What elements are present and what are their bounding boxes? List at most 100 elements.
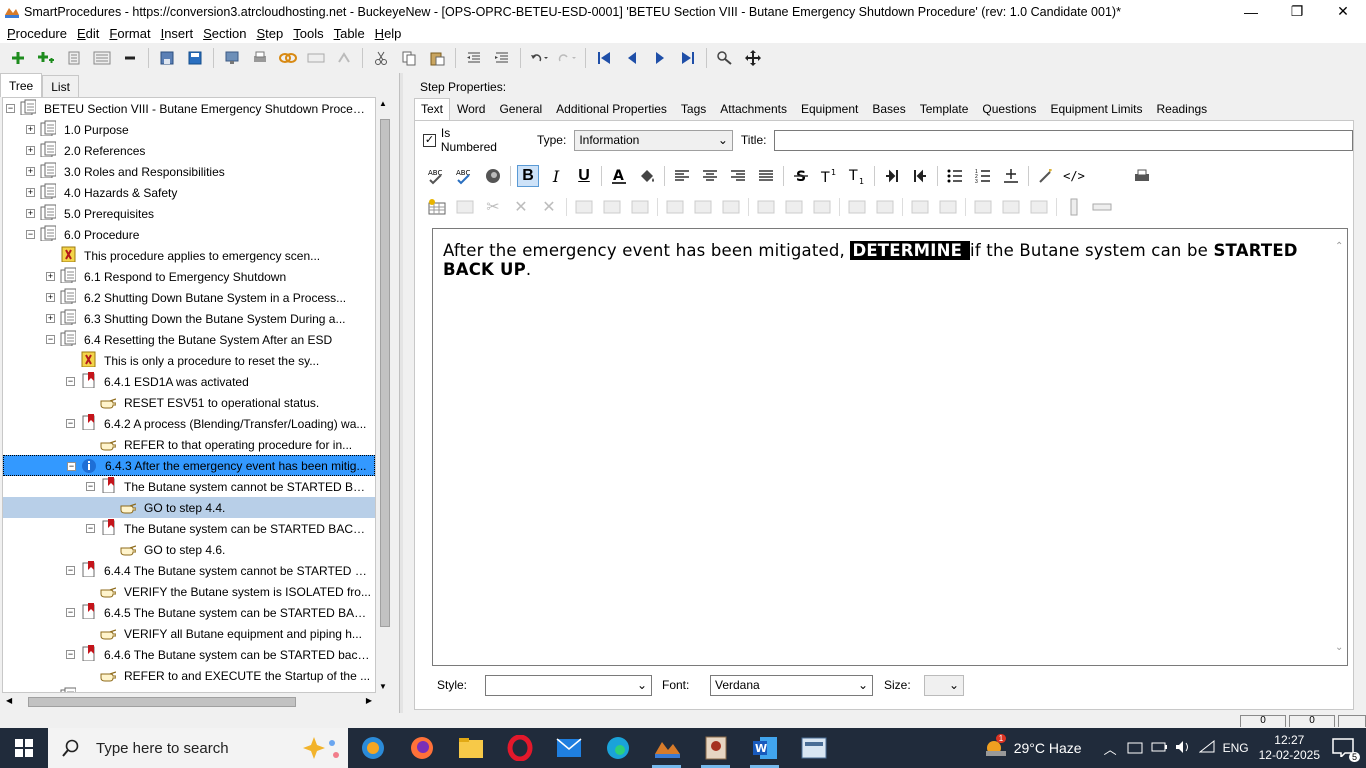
table-tool-icon-18[interactable]: [972, 196, 994, 218]
scroll-thumb[interactable]: [380, 119, 390, 627]
collapse-icon[interactable]: −: [66, 419, 75, 428]
table-tool-icon-14[interactable]: [846, 196, 868, 218]
remove-icon[interactable]: [119, 47, 141, 69]
tree-row[interactable]: − 6.4.2 A process (Blending/Transfer/Load…: [3, 413, 375, 434]
tree-row[interactable]: +5.0 Prerequisites: [3, 203, 375, 224]
table-tool-icon-12[interactable]: [783, 196, 805, 218]
table-tool-icon-1[interactable]: [454, 196, 476, 218]
tab-additional-properties[interactable]: Additional Properties: [549, 98, 674, 120]
table-tool-icon-20[interactable]: [1028, 196, 1050, 218]
print-icon[interactable]: [249, 47, 271, 69]
align-center-icon[interactable]: [699, 165, 721, 187]
strikethrough-icon[interactable]: S: [790, 165, 812, 187]
editor-scroll-up-icon[interactable]: ⌃: [1335, 237, 1344, 256]
outline-icon[interactable]: [63, 47, 85, 69]
table-tool-icon-9[interactable]: [692, 196, 714, 218]
tab-equipment[interactable]: Equipment: [794, 98, 865, 120]
next-icon[interactable]: [649, 47, 671, 69]
html-source-icon[interactable]: </>: [1063, 165, 1085, 187]
editor-scroll-down-icon[interactable]: ⌄: [1335, 638, 1344, 657]
move-icon[interactable]: [742, 47, 764, 69]
color-icon[interactable]: [482, 165, 504, 187]
table-tool-icon-11[interactable]: [755, 196, 777, 218]
scroll-left-icon[interactable]: ◀: [6, 696, 12, 705]
first-icon[interactable]: [593, 47, 615, 69]
tree-row[interactable]: − 6.4.1 ESD1A was activated: [3, 371, 375, 392]
network-share-icon[interactable]: [1127, 740, 1143, 757]
collapse-icon[interactable]: −: [66, 650, 75, 659]
insert-table-icon[interactable]: [426, 196, 448, 218]
fill-color-icon[interactable]: [636, 165, 658, 187]
add-icon[interactable]: [7, 47, 29, 69]
table-tool-icon-8[interactable]: [664, 196, 686, 218]
title-input[interactable]: [774, 129, 1353, 151]
restore-button[interactable]: ❐: [1274, 0, 1320, 23]
tree-row[interactable]: − 6.4.6 The Butane system can be STARTED …: [3, 644, 375, 665]
tab-bases[interactable]: Bases: [865, 98, 912, 120]
collapse-icon[interactable]: −: [66, 566, 75, 575]
notifications-icon[interactable]: 5: [1332, 737, 1360, 762]
expand-icon[interactable]: +: [26, 146, 35, 155]
find-icon[interactable]: [714, 47, 736, 69]
weather-text[interactable]: 29°C Haze: [1014, 740, 1082, 756]
tree-row[interactable]: − 6.4.5 The Butane system can be STARTED …: [3, 602, 375, 623]
tree-horizontal-scrollbar[interactable]: ◀ ▶: [2, 693, 376, 710]
collapse-icon[interactable]: −: [86, 524, 95, 533]
add-child-icon[interactable]: [35, 47, 57, 69]
bold-icon[interactable]: B: [517, 165, 539, 187]
menu-edit[interactable]: Edit: [72, 26, 104, 41]
expand-icon[interactable]: +: [46, 314, 55, 323]
table-tool-icon-3[interactable]: ✕: [510, 196, 532, 218]
previous-icon[interactable]: [621, 47, 643, 69]
table-tool-icon-10[interactable]: [720, 196, 742, 218]
tree-row[interactable]: GO to step 4.4.: [3, 497, 375, 518]
subscript-icon[interactable]: T1: [846, 165, 868, 187]
expand-icon[interactable]: +: [26, 167, 35, 176]
close-button[interactable]: ✕: [1320, 0, 1366, 23]
tab-word[interactable]: Word: [450, 98, 492, 120]
link-icon[interactable]: [277, 47, 299, 69]
expand-icon[interactable]: +: [46, 293, 55, 302]
taskbar-app2-icon[interactable]: [691, 728, 740, 768]
table-tool-icon-2[interactable]: ✂: [482, 196, 504, 218]
menu-tools[interactable]: Tools: [288, 26, 328, 41]
table-tool-icon-4[interactable]: ✕: [538, 196, 560, 218]
redo-disabled-icon[interactable]: [333, 47, 355, 69]
tab-questions[interactable]: Questions: [975, 98, 1043, 120]
table-tool-icon-6[interactable]: [601, 196, 623, 218]
tree-row[interactable]: − BETEU Section VIII - Butane Emergency S…: [3, 98, 375, 119]
font-color-icon[interactable]: A: [608, 165, 630, 187]
collapse-icon[interactable]: −: [6, 104, 15, 113]
table-tool-icon-19[interactable]: [1000, 196, 1022, 218]
tree-row[interactable]: REFER to that operating procedure for in…: [3, 434, 375, 455]
underline-icon[interactable]: U: [573, 165, 595, 187]
row-icon[interactable]: [1091, 196, 1113, 218]
editor-scrollbar[interactable]: ⌃ ⌄: [1333, 229, 1347, 665]
type-select[interactable]: Information ⌄: [574, 129, 733, 151]
open-icon[interactable]: [156, 47, 178, 69]
menu-section[interactable]: Section: [198, 26, 251, 41]
tree-row[interactable]: +2.0 References: [3, 140, 375, 161]
is-numbered-checkbox[interactable]: ✓: [423, 133, 436, 147]
taskbar-firefox-icon[interactable]: [397, 728, 446, 768]
minimize-button[interactable]: —: [1228, 0, 1274, 23]
cut-icon[interactable]: [370, 47, 392, 69]
procedure-tree[interactable]: − BETEU Section VIII - Butane Emergency S…: [2, 97, 376, 693]
tree-row[interactable]: VERIFY the Butane system is ISOLATED fro…: [3, 581, 375, 602]
start-button[interactable]: [0, 728, 48, 768]
justify-icon[interactable]: [755, 165, 777, 187]
tab-text[interactable]: Text: [414, 98, 451, 120]
last-icon[interactable]: [677, 47, 699, 69]
menu-insert[interactable]: Insert: [156, 26, 199, 41]
superscript-icon[interactable]: T1: [818, 165, 840, 187]
table-tool-icon-13[interactable]: [811, 196, 833, 218]
tab-equipment-limits[interactable]: Equipment Limits: [1043, 98, 1149, 120]
collapse-icon[interactable]: −: [86, 482, 95, 491]
taskbar-explorer-icon[interactable]: [446, 728, 495, 768]
panel-splitter[interactable]: [399, 73, 403, 713]
tree-row[interactable]: − The Butane system can be STARTED BACK U…: [3, 518, 375, 539]
spellcheck-icon[interactable]: ABC: [426, 165, 448, 187]
volume-icon[interactable]: [1175, 740, 1191, 757]
align-left-icon[interactable]: [671, 165, 693, 187]
collapse-icon[interactable]: −: [46, 335, 55, 344]
